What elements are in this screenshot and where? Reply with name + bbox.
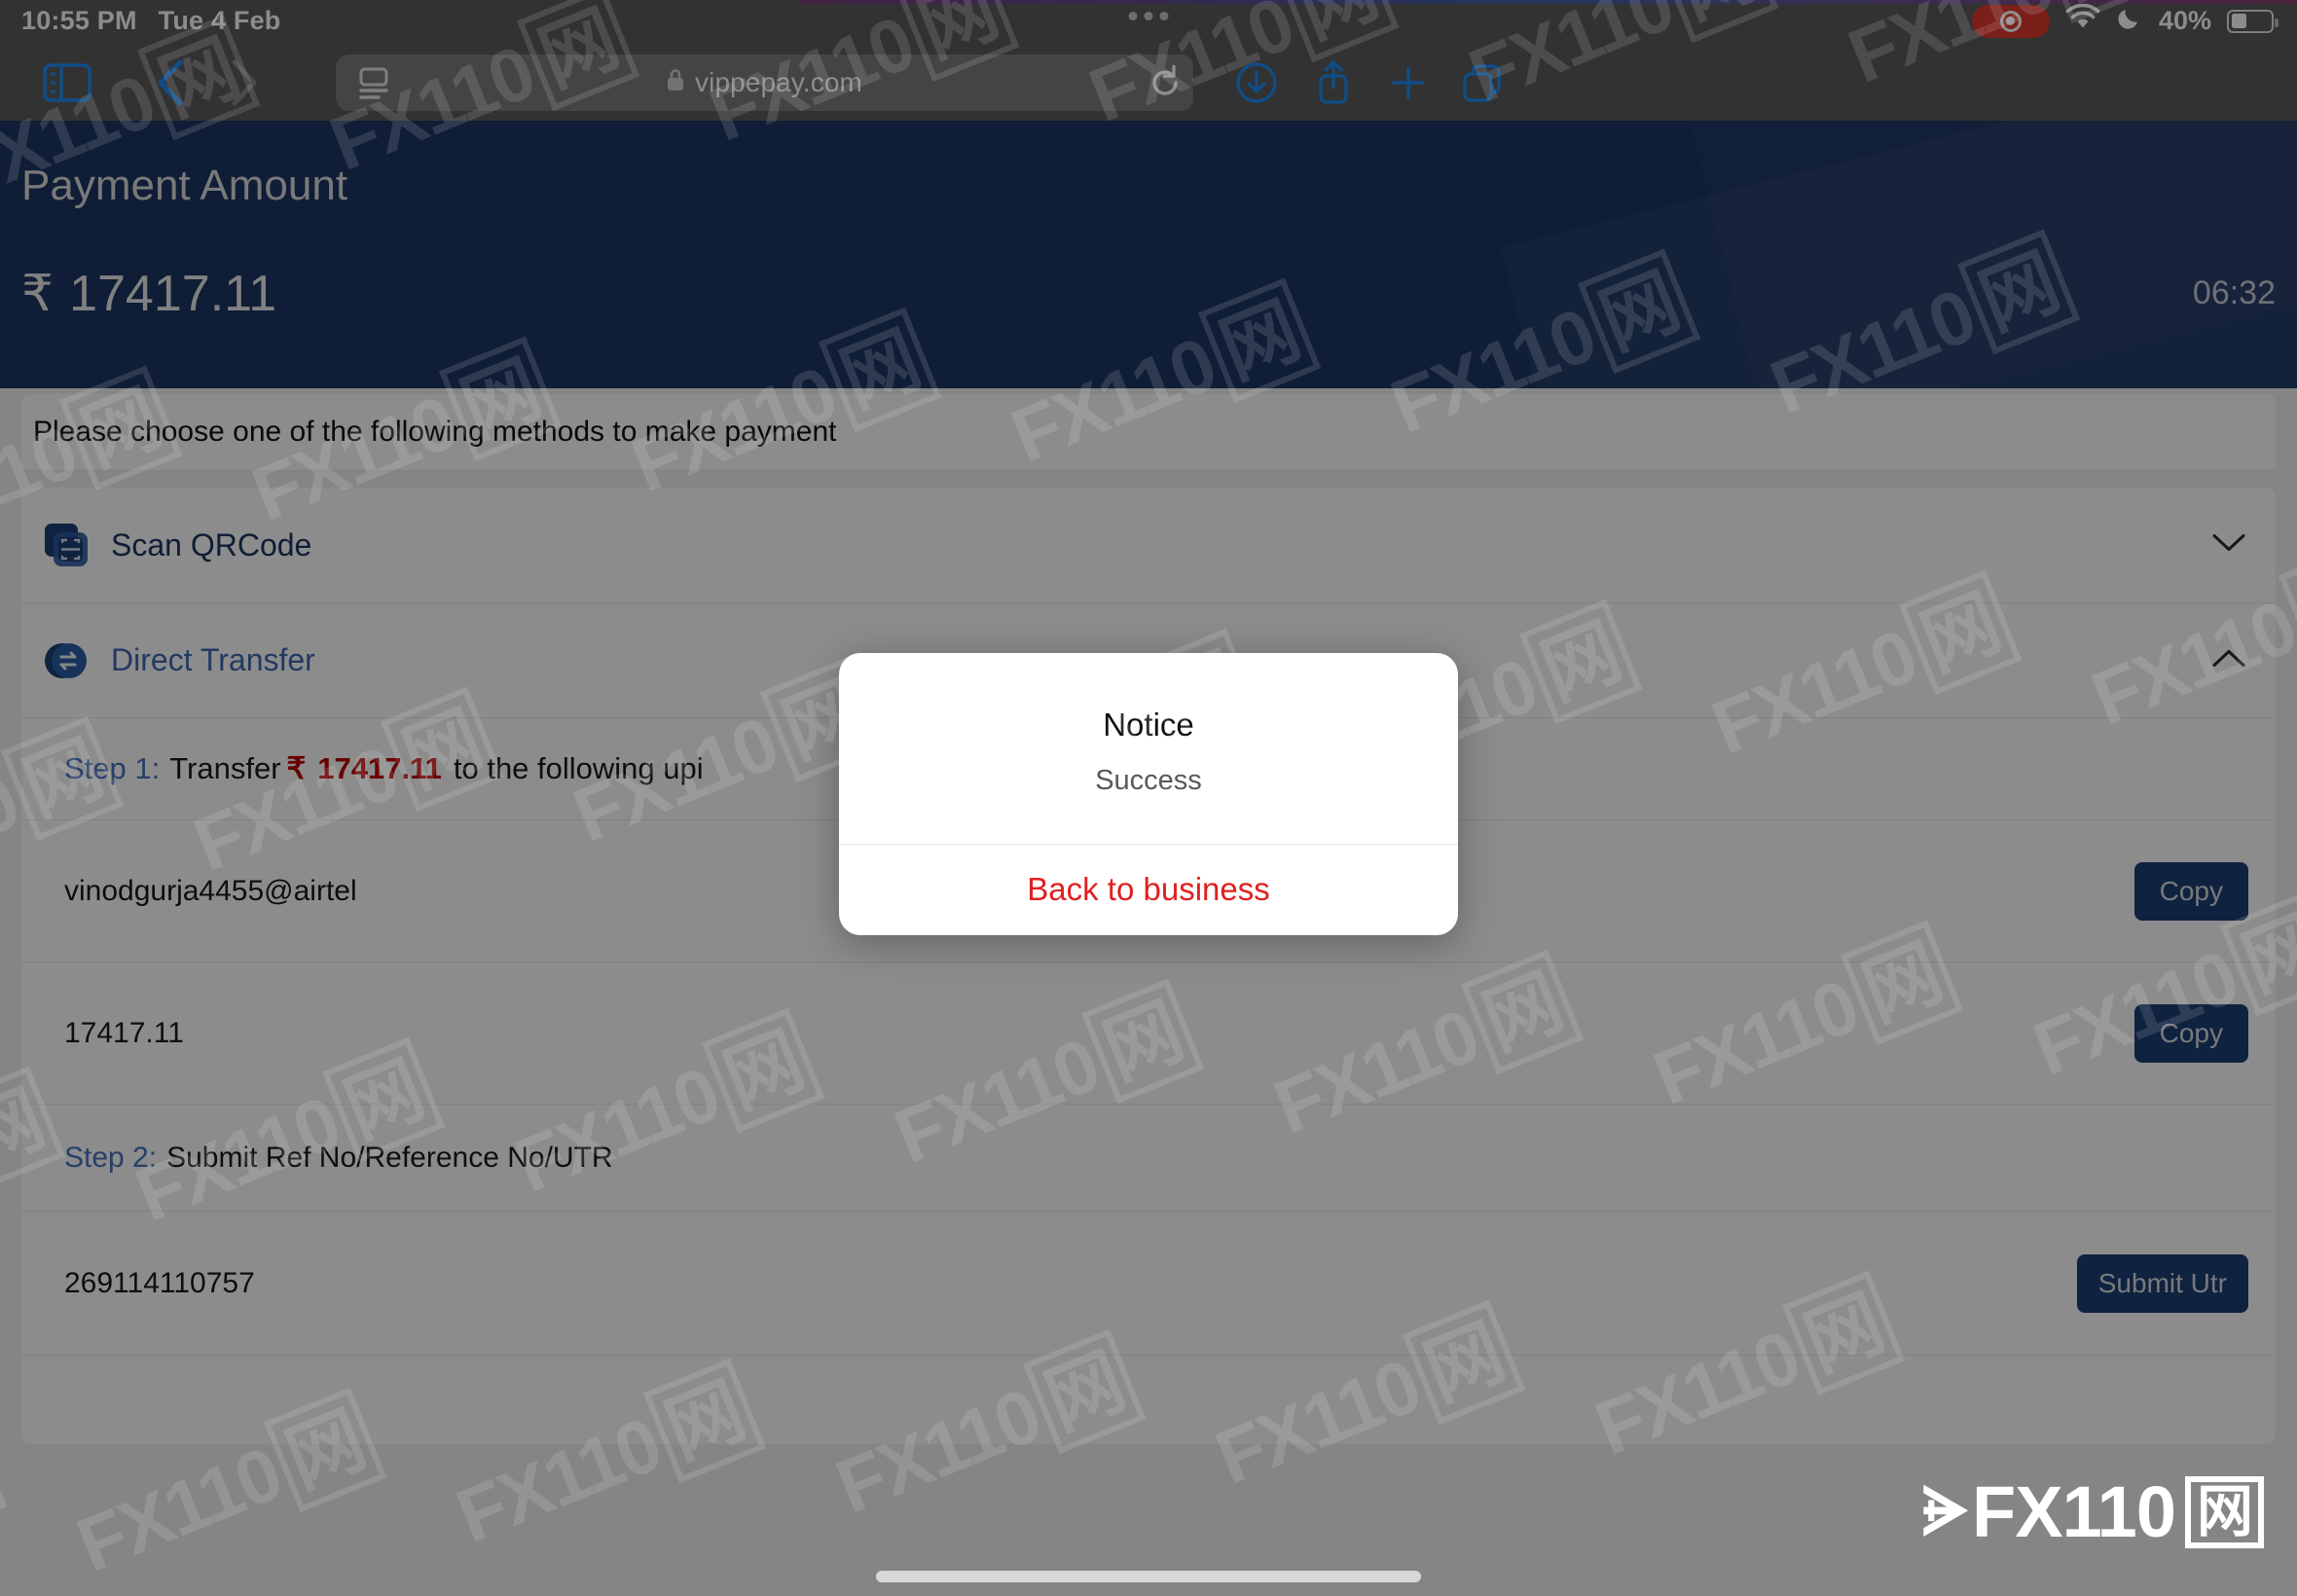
- fx110-logo-watermark: ᗓ FX110 网: [1921, 1470, 2264, 1553]
- ipad-device-frame: 10:55 PM Tue 4 Feb 40% vippepay.com Paym…: [0, 0, 2297, 1596]
- svg-text:ᗓ: ᗓ: [1921, 1476, 1969, 1548]
- fx110-arrow-icon: ᗓ: [1921, 1476, 1972, 1548]
- dialog-message: Success: [1095, 765, 1202, 796]
- dialog-title: Notice: [1103, 707, 1194, 743]
- fx110-logo-text: FX110: [1972, 1471, 2176, 1552]
- fx110-logo-cn: 网: [2184, 1475, 2264, 1548]
- notice-dialog: Notice Success Back to business: [839, 653, 1458, 935]
- back-to-business-button[interactable]: Back to business: [839, 844, 1458, 935]
- home-indicator[interactable]: [876, 1571, 1421, 1582]
